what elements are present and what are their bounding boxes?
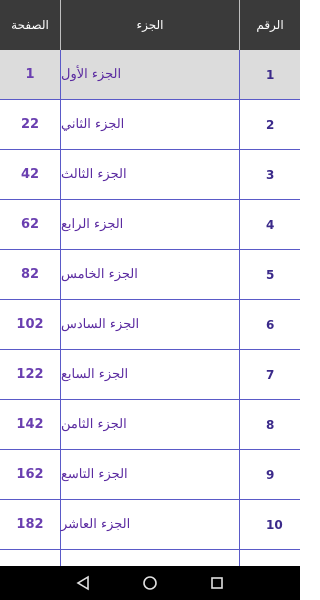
number-cell: 1: [266, 67, 275, 82]
juz-cell: الجزء العاشر: [61, 500, 240, 549]
column-header-number: الرقم: [256, 18, 284, 32]
table-row[interactable]: 62 الجزء الرابع 4: [0, 200, 300, 250]
system-navigation-bar: [0, 566, 300, 600]
number-cell: 4: [266, 217, 275, 232]
table-row[interactable]: 182 الجزء العاشر 10: [0, 500, 300, 550]
number-cell: 2: [266, 117, 275, 132]
juz-cell: الجزء الثامن: [61, 400, 240, 449]
number-cell: [240, 550, 300, 566]
table-header: الصفحة الجزء الرقم: [0, 0, 300, 50]
juz-table: 1 الجزء الأول 1 22 الجزء الثاني 2 42 الج…: [0, 50, 300, 566]
table-row[interactable]: 162 الجزء التاسع 9: [0, 450, 300, 500]
column-header-juz: الجزء: [61, 0, 240, 50]
number-cell: 7: [266, 367, 275, 382]
column-header-page: الصفحة: [0, 0, 61, 50]
table-row[interactable]: 1 الجزء الأول 1: [0, 50, 300, 100]
page-cell: 62: [0, 200, 61, 249]
page-cell: [0, 550, 61, 566]
juz-cell: الجزء الثاني: [61, 100, 240, 149]
table-row[interactable]: 122 الجزء السابع 7: [0, 350, 300, 400]
table-row[interactable]: 82 الجزء الخامس 5: [0, 250, 300, 300]
table-row[interactable]: 142 الجزء الثامن 8: [0, 400, 300, 450]
page-cell: 82: [0, 250, 61, 299]
recents-icon[interactable]: [205, 571, 229, 595]
page-cell: 102: [0, 300, 61, 349]
page-cell: 42: [0, 150, 61, 199]
number-cell: 9: [266, 467, 275, 482]
number-cell: 10: [266, 517, 283, 532]
table-row[interactable]: 42 الجزء الثالث 3: [0, 150, 300, 200]
number-cell: 3: [266, 167, 275, 182]
home-icon[interactable]: [138, 571, 162, 595]
juz-cell: [61, 550, 240, 566]
page-cell: 1: [0, 50, 61, 99]
juz-cell: الجزء السادس: [61, 300, 240, 349]
juz-cell: الجزء التاسع: [61, 450, 240, 499]
page-cell: 162: [0, 450, 61, 499]
juz-cell: الجزء الثالث: [61, 150, 240, 199]
table-row[interactable]: 102 الجزء السادس 6: [0, 300, 300, 350]
back-icon[interactable]: [71, 571, 95, 595]
juz-cell: الجزء السابع: [61, 350, 240, 399]
juz-cell: الجزء الرابع: [61, 200, 240, 249]
page-cell: 182: [0, 500, 61, 549]
table-row[interactable]: 22 الجزء الثاني 2: [0, 100, 300, 150]
juz-cell: الجزء الخامس: [61, 250, 240, 299]
page-cell: 22: [0, 100, 61, 149]
table-row[interactable]: [0, 550, 300, 566]
number-cell: 6: [266, 317, 275, 332]
juz-cell: الجزء الأول: [61, 50, 240, 99]
number-cell: 5: [266, 267, 275, 282]
number-cell: 8: [266, 417, 275, 432]
page-cell: 122: [0, 350, 61, 399]
page-cell: 142: [0, 400, 61, 449]
